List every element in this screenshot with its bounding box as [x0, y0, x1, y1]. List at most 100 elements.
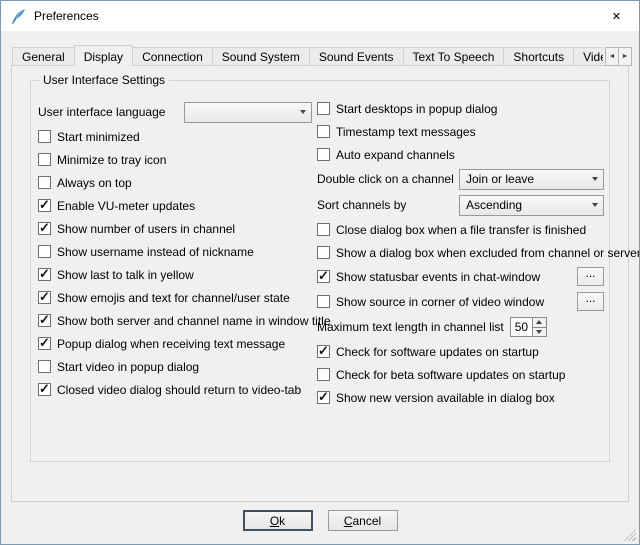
double-click-combo[interactable]: Join or leave: [459, 169, 604, 190]
checkbox[interactable]: [38, 199, 51, 212]
checkbox[interactable]: [317, 102, 330, 115]
checkbox-row[interactable]: Start minimized: [38, 125, 312, 148]
checkbox[interactable]: [317, 125, 330, 138]
checkbox-label[interactable]: Show emojis and text for channel/user st…: [57, 291, 290, 305]
checkbox-label[interactable]: Start desktops in popup dialog: [336, 102, 497, 116]
video-source-more-button[interactable]: ...: [577, 292, 604, 311]
checkbox-label[interactable]: Closed video dialog should return to vid…: [57, 383, 301, 397]
checkbox[interactable]: [317, 270, 330, 283]
checkbox-row[interactable]: Show username instead of nickname: [38, 240, 312, 263]
spinner-value[interactable]: 50: [510, 317, 532, 337]
checkbox[interactable]: [38, 268, 51, 281]
ok-button-label: O: [270, 514, 279, 528]
tab-scroll-right-icon[interactable]: ►: [618, 47, 632, 66]
language-combo[interactable]: [184, 102, 312, 123]
checkbox-label[interactable]: Always on top: [57, 176, 132, 190]
checkbox-label[interactable]: Show a dialog box when excluded from cha…: [336, 246, 640, 260]
checkbox-label[interactable]: Show last to talk in yellow: [57, 268, 194, 282]
checkbox[interactable]: [38, 153, 51, 166]
checkbox-label[interactable]: Close dialog box when a file transfer is…: [336, 223, 586, 237]
checkbox-label[interactable]: Show both server and channel name in win…: [57, 314, 331, 328]
checkbox[interactable]: [38, 337, 51, 350]
checkbox[interactable]: [38, 176, 51, 189]
checkbox-label[interactable]: Show source in corner of video window: [336, 295, 544, 309]
double-click-label: Double click on a channel: [317, 172, 454, 186]
checkbox[interactable]: [317, 391, 330, 404]
tab-scroll-left-icon[interactable]: ◄: [605, 47, 619, 66]
checkbox-label[interactable]: Check for software updates on startup: [336, 345, 539, 359]
checkbox-row[interactable]: Show last to talk in yellow: [38, 263, 312, 286]
checkbox-label[interactable]: Timestamp text messages: [336, 125, 476, 139]
checkbox-label[interactable]: Show number of users in channel: [57, 222, 235, 236]
checkbox-label[interactable]: Start video in popup dialog: [57, 360, 199, 374]
checkbox-label[interactable]: Show username instead of nickname: [57, 245, 254, 259]
checkbox-row[interactable]: Popup dialog when receiving text message: [38, 332, 312, 355]
max-text-length-spinner[interactable]: 50: [510, 317, 547, 337]
checkbox-row[interactable]: Show new version available in dialog box: [317, 386, 604, 409]
checkbox[interactable]: [38, 245, 51, 258]
checkbox-label[interactable]: Start minimized: [57, 130, 140, 144]
checkbox[interactable]: [38, 383, 51, 396]
checkbox-label[interactable]: Check for beta software updates on start…: [336, 368, 565, 382]
close-button[interactable]: ✕: [594, 1, 639, 31]
statusbar-events-more-button[interactable]: ...: [577, 267, 604, 286]
checkbox[interactable]: [317, 345, 330, 358]
sort-channels-combo[interactable]: Ascending: [459, 195, 604, 216]
checkbox-row[interactable]: Minimize to tray icon: [38, 148, 312, 171]
statusbar-events-row[interactable]: Show statusbar events in chat-window ...: [317, 264, 604, 289]
checkbox-row[interactable]: Start video in popup dialog: [38, 355, 312, 378]
checkbox-row[interactable]: Always on top: [38, 171, 312, 194]
checkbox-row[interactable]: Check for beta software updates on start…: [317, 363, 604, 386]
tab-video[interactable]: Video: [573, 47, 603, 66]
spin-up-icon[interactable]: [533, 318, 546, 327]
checkbox-label[interactable]: Show statusbar events in chat-window: [336, 270, 540, 284]
tab-display[interactable]: Display: [74, 45, 133, 66]
sort-channels-label: Sort channels by: [317, 198, 406, 212]
checkbox-row[interactable]: Show emojis and text for channel/user st…: [38, 286, 312, 309]
checkbox[interactable]: [317, 148, 330, 161]
tab-sound-events[interactable]: Sound Events: [309, 47, 404, 66]
ok-button[interactable]: Ok: [243, 510, 313, 531]
checkbox-row[interactable]: Show both server and channel name in win…: [38, 309, 312, 332]
checkbox[interactable]: [38, 291, 51, 304]
video-source-row[interactable]: Show source in corner of video window ..…: [317, 289, 604, 314]
spin-down-icon[interactable]: [533, 327, 546, 337]
checkbox-row[interactable]: Closed video dialog should return to vid…: [38, 378, 312, 401]
checkbox-label[interactable]: Auto expand channels: [336, 148, 455, 162]
checkbox[interactable]: [38, 130, 51, 143]
checkbox[interactable]: [317, 295, 330, 308]
max-text-length-row: Maximum text length in channel list 50: [317, 314, 604, 340]
checkbox-row[interactable]: Enable VU-meter updates: [38, 194, 312, 217]
tab-strip: General Display Connection Sound System …: [12, 45, 603, 66]
checkbox[interactable]: [317, 368, 330, 381]
user-interface-settings-group: User Interface Settings User interface l…: [30, 80, 610, 462]
checkbox-label[interactable]: Minimize to tray icon: [57, 153, 166, 167]
chevron-down-icon: [294, 103, 311, 122]
checkbox-row[interactable]: Show a dialog box when excluded from cha…: [317, 241, 604, 264]
checkbox[interactable]: [38, 222, 51, 235]
tab-shortcuts[interactable]: Shortcuts: [503, 47, 574, 66]
checkbox-row[interactable]: Close dialog box when a file transfer is…: [317, 218, 604, 241]
tab-connection[interactable]: Connection: [132, 47, 213, 66]
checkbox-row[interactable]: Show number of users in channel: [38, 217, 312, 240]
checkbox[interactable]: [317, 246, 330, 259]
app-icon: [10, 8, 27, 25]
tab-sound-system[interactable]: Sound System: [212, 47, 310, 66]
tab-general[interactable]: General: [12, 47, 75, 66]
cancel-button[interactable]: Cancel: [328, 510, 398, 531]
checkbox[interactable]: [317, 223, 330, 236]
checkbox-row[interactable]: Auto expand channels: [317, 143, 604, 166]
checkbox-row[interactable]: Start desktops in popup dialog: [317, 97, 604, 120]
checkbox[interactable]: [38, 314, 51, 327]
preferences-dialog: Preferences ✕ General Display Connection…: [0, 0, 640, 545]
sort-channels-row: Sort channels by Ascending: [317, 192, 604, 218]
footer: Ok Cancel: [1, 510, 639, 531]
right-column: Start desktops in popup dialog Timestamp…: [317, 95, 604, 409]
tab-text-to-speech[interactable]: Text To Speech: [403, 47, 505, 66]
checkbox-row[interactable]: Timestamp text messages: [317, 120, 604, 143]
checkbox-label[interactable]: Popup dialog when receiving text message: [57, 337, 285, 351]
checkbox-label[interactable]: Show new version available in dialog box: [336, 391, 555, 405]
checkbox-row[interactable]: Check for software updates on startup: [317, 340, 604, 363]
checkbox-label[interactable]: Enable VU-meter updates: [57, 199, 195, 213]
checkbox[interactable]: [38, 360, 51, 373]
